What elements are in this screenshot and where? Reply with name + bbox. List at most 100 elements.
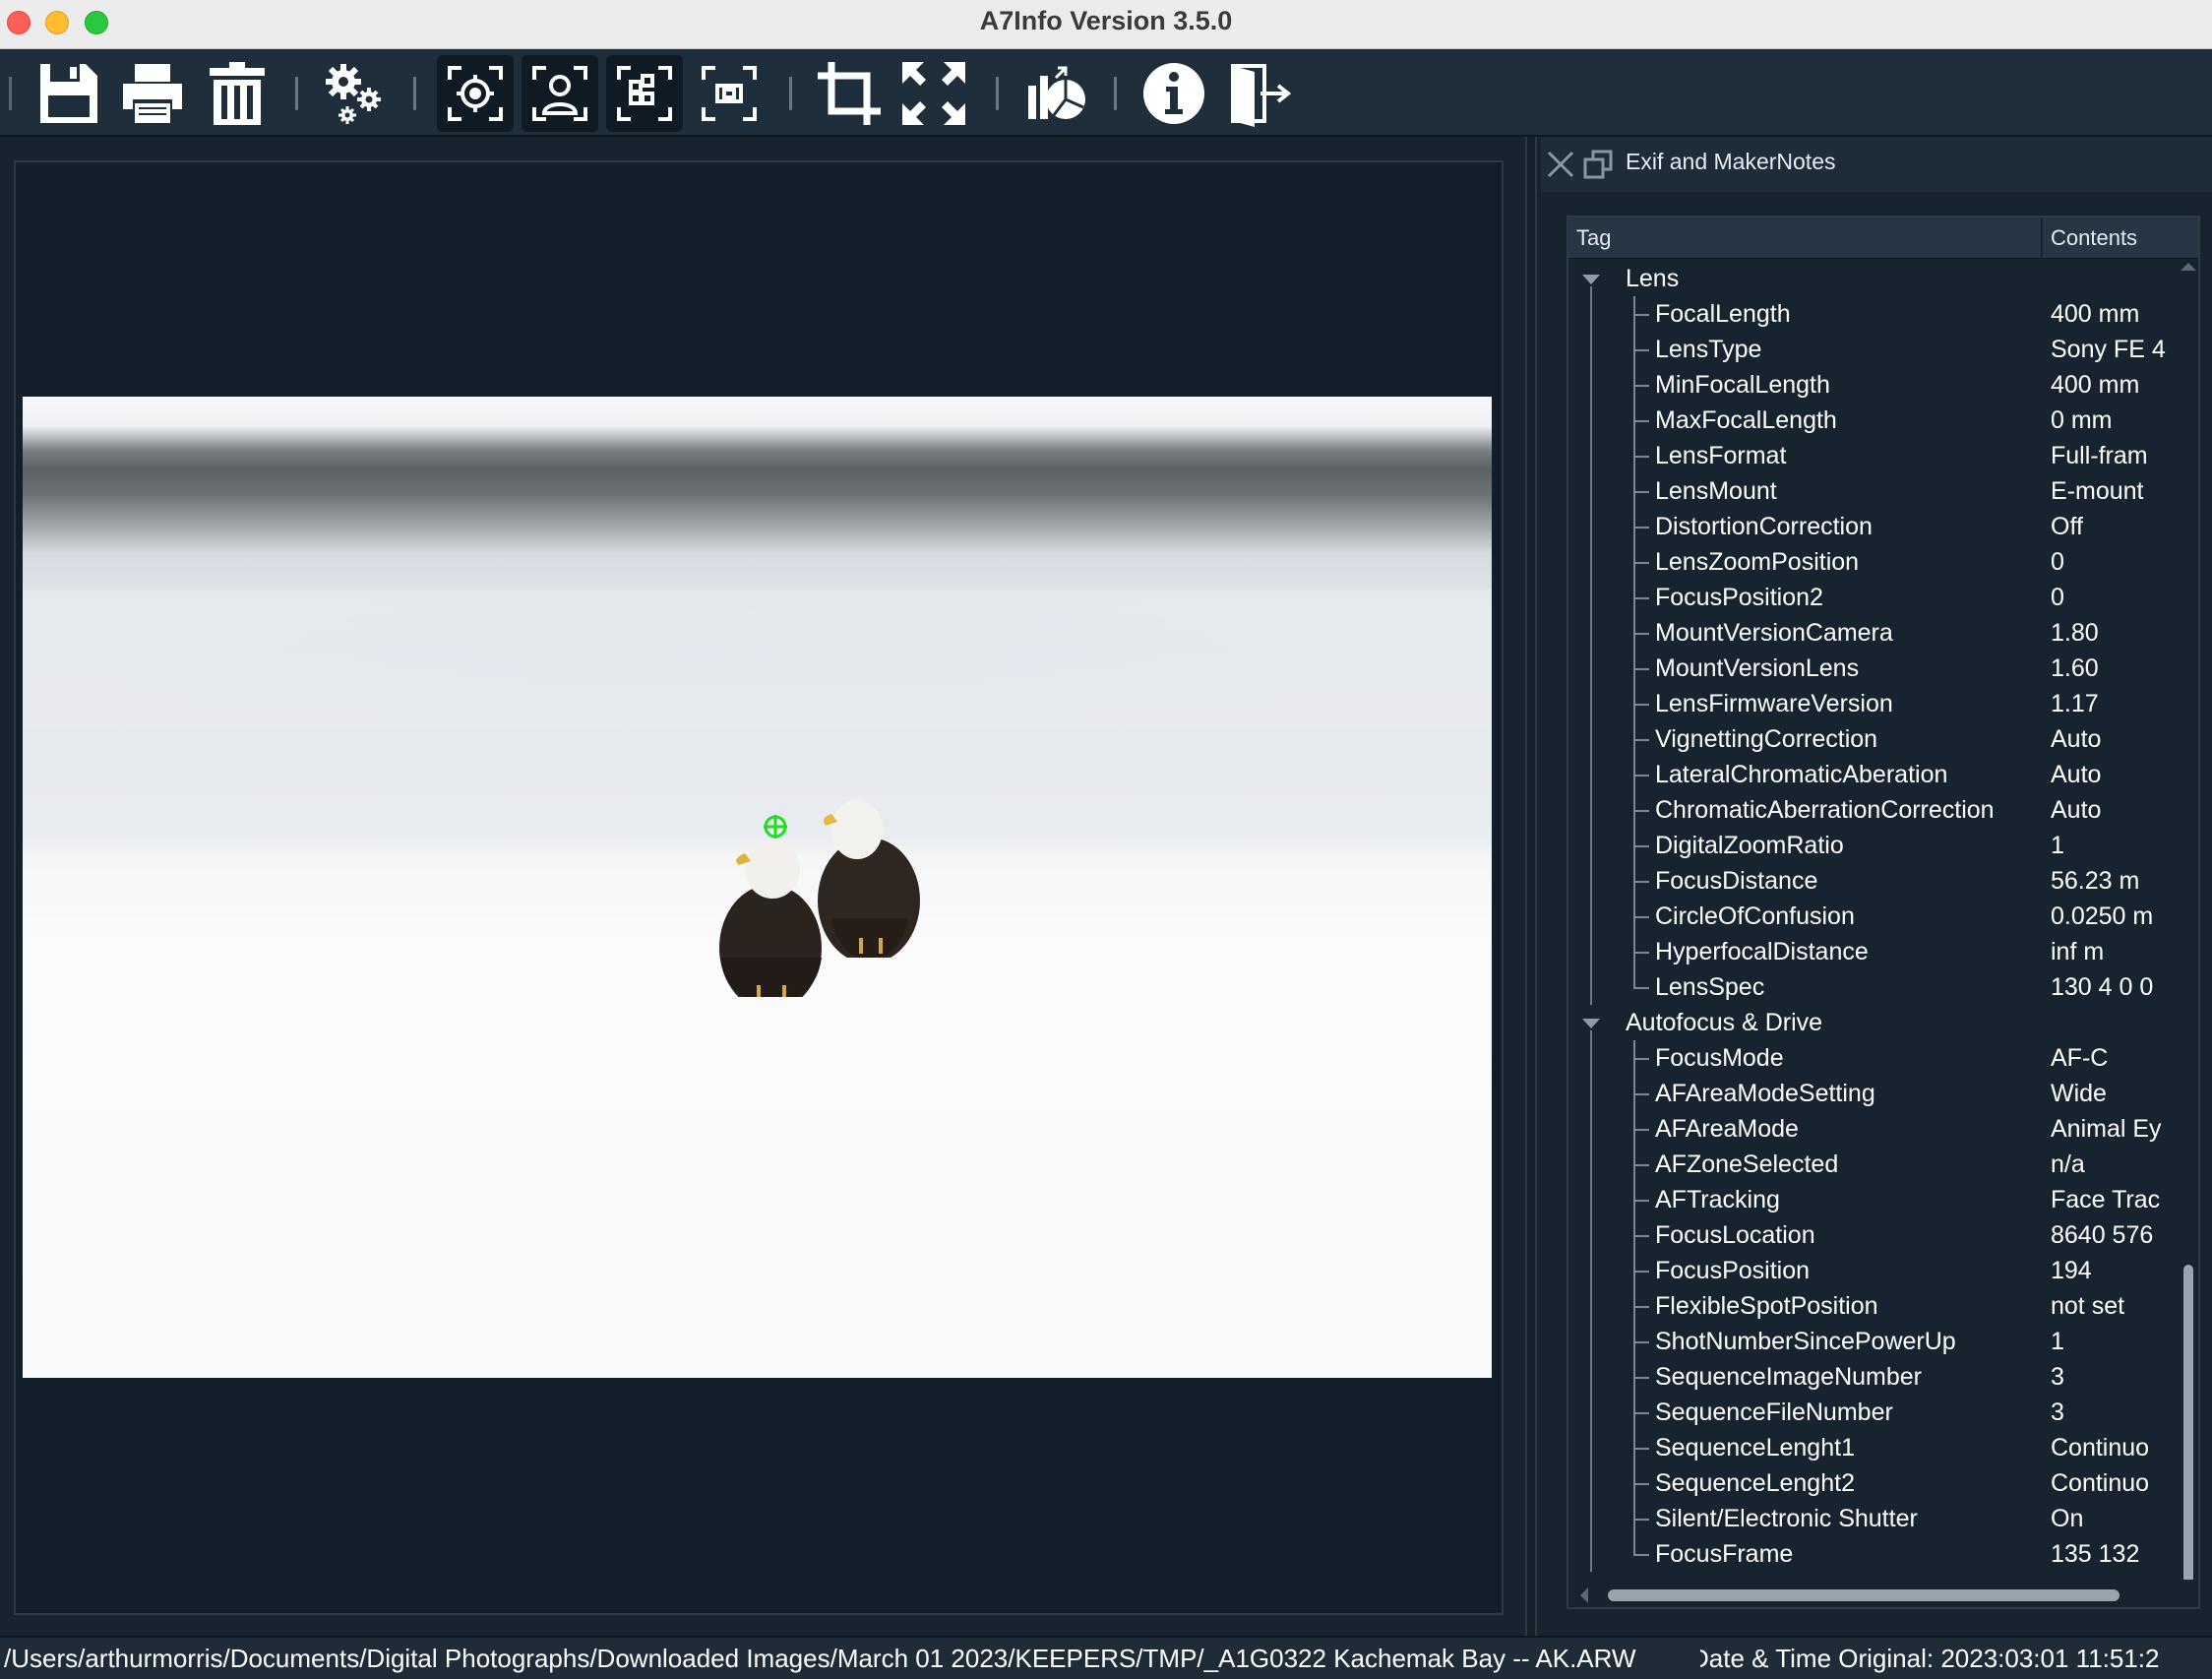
fullscreen-button[interactable] xyxy=(895,55,972,132)
tree-row[interactable]: LensFirmwareVersion 1.17 xyxy=(1568,686,2177,721)
tree-branch-line xyxy=(1633,721,1649,757)
save-button[interactable] xyxy=(30,55,106,132)
tag-value: 1.17 xyxy=(2051,690,2099,717)
tree-row[interactable]: AFAreaModeSetting Wide xyxy=(1568,1076,2177,1111)
settings-button[interactable] xyxy=(317,55,394,132)
tree-row[interactable]: SequenceFileNumber 3 xyxy=(1568,1395,2177,1430)
collapse-arrow-icon[interactable] xyxy=(1582,1019,1600,1028)
tree-row[interactable]: MinFocalLength 400 mm xyxy=(1568,367,2177,403)
exif-tree[interactable]: Tag Contents Lens FocalLength 400 mm LensTy… xyxy=(1567,216,2200,1609)
tree-row[interactable]: FocalLength 400 mm xyxy=(1568,296,2177,332)
tree-row[interactable]: Silent/Electronic Shutter On xyxy=(1568,1501,2177,1536)
image-viewer[interactable] xyxy=(14,160,1504,1615)
tree-guide-line xyxy=(1590,1030,1592,1572)
tag-name: DistortionCorrection xyxy=(1655,513,1873,540)
tree-row[interactable]: LensZoomPosition 0 xyxy=(1568,544,2177,580)
tree-branch-line xyxy=(1633,863,1649,899)
horizontal-scrollbar[interactable] xyxy=(1568,1580,2198,1607)
tree-row[interactable]: FocusFrame 135 132 xyxy=(1568,1536,2177,1572)
tag-name: ChromaticAberrationCorrection xyxy=(1655,796,1995,824)
tree-branch-line xyxy=(1633,1430,1649,1465)
tree-row[interactable]: LensType Sony FE 4 xyxy=(1568,332,2177,367)
face-detect-button[interactable] xyxy=(522,55,598,132)
tag-name: FocusDistance xyxy=(1655,867,1818,895)
tree-row[interactable]: MaxFocalLength 0 mm xyxy=(1568,403,2177,438)
tree-row[interactable]: LateralChromaticAberation Auto xyxy=(1568,757,2177,792)
frame-button[interactable] xyxy=(691,55,768,132)
tree-row[interactable]: MountVersionLens 1.60 xyxy=(1568,651,2177,686)
scroll-left-arrow-icon[interactable] xyxy=(1580,1587,1588,1603)
delete-button[interactable] xyxy=(199,55,276,132)
tree-row[interactable]: SequenceLenght2 Continuo xyxy=(1568,1465,2177,1501)
tree-row[interactable]: FocusPosition 194 xyxy=(1568,1253,2177,1288)
stats-button[interactable] xyxy=(1017,55,1094,132)
tree-row[interactable]: AFZoneSelected n/a xyxy=(1568,1147,2177,1182)
tag-name: SequenceFileNumber xyxy=(1655,1399,1893,1426)
tree-row[interactable]: LensFormat Full-fram xyxy=(1568,438,2177,473)
exit-button[interactable] xyxy=(1220,55,1297,132)
focus-point-marker xyxy=(764,815,787,839)
toolbar-grip[interactable] xyxy=(9,77,12,110)
tag-name: LensSpec xyxy=(1655,973,1765,1001)
tree-branch-line xyxy=(1633,296,1649,332)
tree-branch-line xyxy=(1633,828,1649,863)
tree-row[interactable]: FocusLocation 8640 576 xyxy=(1568,1217,2177,1253)
tree-row[interactable]: DistortionCorrection Off xyxy=(1568,509,2177,544)
tree-row[interactable]: LensSpec 130 4 0 0 xyxy=(1568,969,2177,1005)
tree-row[interactable]: LensMount E-mount xyxy=(1568,473,2177,509)
scroll-up-arrow-icon[interactable] xyxy=(2181,263,2196,271)
float-panel-icon[interactable] xyxy=(1582,149,1614,180)
print-button[interactable] xyxy=(114,55,191,132)
photo-eagles-in-snow[interactable] xyxy=(23,397,1492,1378)
tree-row[interactable]: VignettingCorrection Auto xyxy=(1568,721,2177,757)
vertical-scrollbar[interactable] xyxy=(2177,261,2198,1607)
column-divider[interactable] xyxy=(2041,218,2043,259)
tree-row[interactable]: FocusMode AF-C xyxy=(1568,1040,2177,1076)
panel-splitter[interactable] xyxy=(1525,137,1537,1636)
tree-row[interactable]: AFAreaMode Animal Ey xyxy=(1568,1111,2177,1147)
af-area-button[interactable] xyxy=(606,55,683,132)
tree-row[interactable]: FocusDistance 56.23 m xyxy=(1568,863,2177,899)
tag-value: On xyxy=(2051,1505,2084,1532)
close-icon[interactable] xyxy=(1545,149,1576,180)
tree-branch-line xyxy=(1633,615,1649,651)
tree-row[interactable]: FlexibleSpotPosition not set xyxy=(1568,1288,2177,1324)
tree-group[interactable]: Lens xyxy=(1568,261,2177,296)
tree-row[interactable]: HyperfocalDistance inf m xyxy=(1568,934,2177,969)
tree-header: Tag Contents xyxy=(1568,218,2198,259)
tree-row[interactable]: SequenceImageNumber 3 xyxy=(1568,1359,2177,1395)
column-header-contents[interactable]: Contents xyxy=(2051,225,2137,251)
tree-row[interactable]: ShotNumberSincePowerUp 1 xyxy=(1568,1324,2177,1359)
column-header-tag[interactable]: Tag xyxy=(1576,225,1611,251)
tag-name: LensType xyxy=(1655,336,1762,363)
tag-name: LateralChromaticAberation xyxy=(1655,761,1948,788)
tag-value: 1 xyxy=(2051,1328,2064,1355)
tag-name: MountVersionLens xyxy=(1655,654,1860,682)
vertical-scroll-thumb[interactable] xyxy=(2183,1265,2193,1607)
tree-rows: Lens FocalLength 400 mm LensType Sony FE 4 Mi… xyxy=(1568,261,2177,1580)
tree-row[interactable]: SequenceLenght1 Continuo xyxy=(1568,1430,2177,1465)
focus-point-button[interactable] xyxy=(437,55,514,132)
tree-row[interactable]: MountVersionCamera 1.80 xyxy=(1568,615,2177,651)
tree-row[interactable]: DigitalZoomRatio 1 xyxy=(1568,828,2177,863)
crop-button[interactable] xyxy=(811,55,888,132)
horizontal-scroll-thumb[interactable] xyxy=(1608,1589,2120,1601)
trash-icon xyxy=(210,62,265,125)
tree-row[interactable]: FocusPosition2 0 xyxy=(1568,580,2177,615)
tag-value: 0 mm xyxy=(2051,406,2113,434)
tree-row[interactable]: AFTracking Face Trac xyxy=(1568,1182,2177,1217)
tag-name: DigitalZoomRatio xyxy=(1655,832,1844,859)
info-button[interactable] xyxy=(1136,55,1212,132)
tag-name: AFAreaMode xyxy=(1655,1115,1799,1143)
tree-row[interactable]: CircleOfConfusion 0.0250 m xyxy=(1568,899,2177,934)
tag-value: inf m xyxy=(2051,938,2105,965)
tree-group[interactable]: Autofocus & Drive xyxy=(1568,1005,2177,1040)
tag-value: not set xyxy=(2051,1292,2125,1320)
tree-branch-line xyxy=(1633,332,1649,367)
tree-branch-line xyxy=(1633,1359,1649,1395)
tree-row[interactable]: ChromaticAberrationCorrection Auto xyxy=(1568,792,2177,828)
tag-value: 0 xyxy=(2051,584,2064,611)
tag-name: SequenceLenght1 xyxy=(1655,1434,1855,1461)
collapse-arrow-icon[interactable] xyxy=(1582,275,1600,284)
window-title: A7Info Version 3.5.0 xyxy=(979,6,1233,35)
